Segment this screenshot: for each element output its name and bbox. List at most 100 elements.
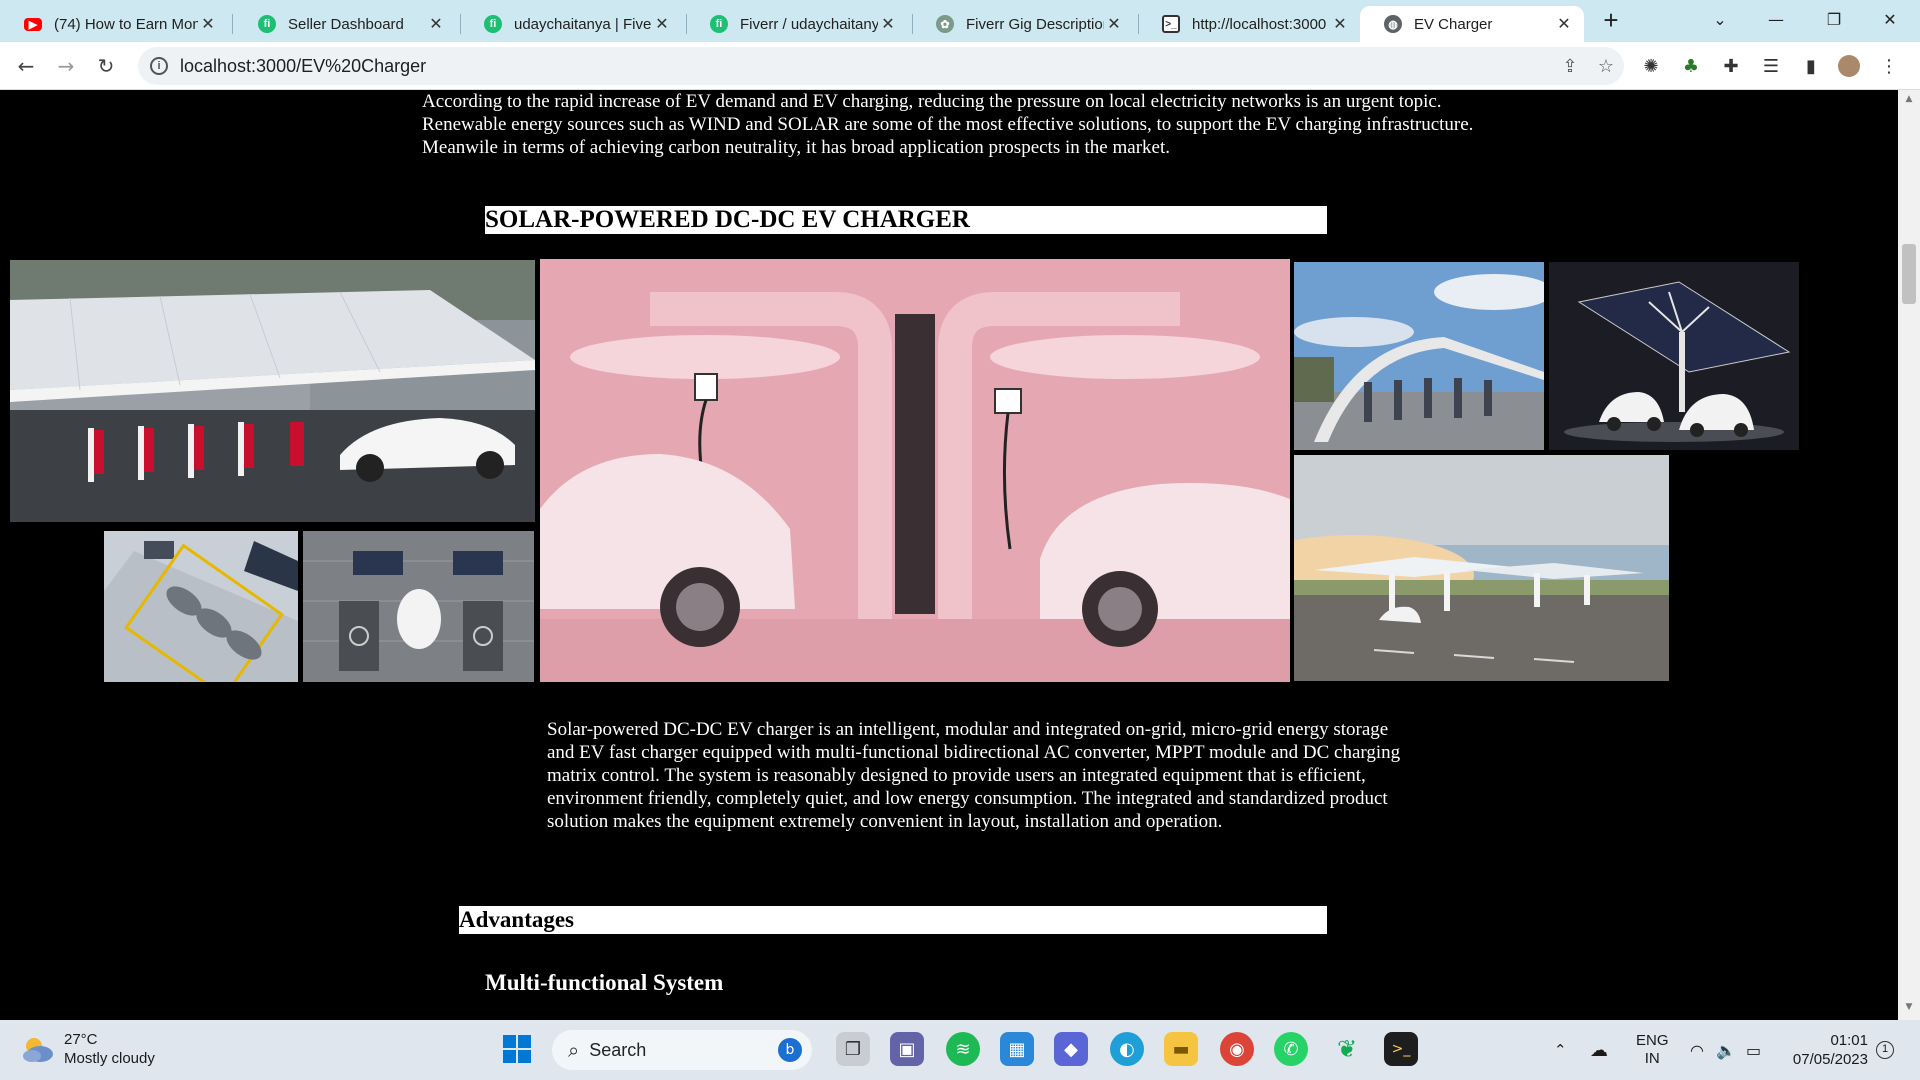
tab-title: Seller Dashboard bbox=[288, 15, 404, 33]
share-icon[interactable]: ⇪ bbox=[1552, 56, 1588, 77]
tab-title: EV Charger bbox=[1414, 15, 1493, 33]
scrollbar-thumb[interactable] bbox=[1902, 244, 1916, 304]
calendar-icon[interactable]: ▦ bbox=[1000, 1032, 1034, 1066]
tab-separator bbox=[232, 14, 233, 34]
wifi-icon[interactable]: ◠ bbox=[1690, 1020, 1704, 1080]
battery-icon[interactable]: ▭ bbox=[1746, 1020, 1761, 1080]
windows-taskbar: 27°C Mostly cloudy ⌕ Search b ❐ ▣ ≋ ▦ ◆ … bbox=[0, 1020, 1920, 1080]
fiverr-icon: fi bbox=[710, 15, 728, 33]
menu-kebab-icon[interactable]: ⋮ bbox=[1878, 55, 1900, 77]
notification-badge[interactable]: 1 bbox=[1876, 1020, 1894, 1080]
scroll-up-arrow-icon[interactable]: ▲ bbox=[1898, 94, 1920, 110]
language-code: ENG bbox=[1636, 1032, 1669, 1049]
chrome-icon[interactable]: ◉ bbox=[1220, 1032, 1254, 1066]
charging-station-sky-photo bbox=[1294, 262, 1544, 450]
task-view-icon[interactable]: ❐ bbox=[836, 1032, 870, 1066]
fiverr-icon: fi bbox=[258, 15, 276, 33]
volume-icon[interactable]: 🔈 bbox=[1716, 1020, 1736, 1080]
tab-title: (74) How to Earn Mon bbox=[54, 15, 198, 33]
tab-title: Fiverr / udaychaitanya bbox=[740, 15, 878, 33]
section-heading: SOLAR-POWERED DC-DC EV CHARGER bbox=[485, 206, 1327, 234]
sunset-station-photo bbox=[1294, 455, 1669, 681]
file-explorer-icon[interactable]: ▬ bbox=[1164, 1032, 1198, 1066]
edge-browser-icon[interactable]: ◐ bbox=[1110, 1032, 1144, 1066]
solar-carports-photo bbox=[303, 531, 534, 682]
weather-temperature: 27°C bbox=[64, 1031, 98, 1048]
weather-widget[interactable]: 27°C Mostly cloudy bbox=[20, 1030, 155, 1068]
aerial-parking-photo bbox=[104, 531, 298, 682]
forward-button[interactable]: → bbox=[50, 50, 82, 82]
close-icon[interactable]: ✕ bbox=[878, 14, 898, 34]
site-info-icon[interactable]: i bbox=[150, 57, 168, 75]
tab-fiverr-profile[interactable]: fi udaychaitanya | Fiverr ✕ bbox=[460, 6, 682, 42]
tab-strip: ▶ (74) How to Earn Mon ✕ fi Seller Dashb… bbox=[0, 0, 1920, 42]
spotify-icon[interactable]: ≋ bbox=[946, 1032, 980, 1066]
html-extension-icon[interactable]: ♣ bbox=[1680, 55, 1702, 77]
intro-paragraph: According to the rapid increase of EV de… bbox=[422, 91, 1474, 158]
tree-charger-photo bbox=[1549, 262, 1799, 450]
profile-avatar[interactable] bbox=[1838, 55, 1860, 77]
notification-count: 1 bbox=[1876, 1041, 1894, 1059]
windows-start-icon[interactable] bbox=[500, 1032, 534, 1066]
tab-title: udaychaitanya | Fiverr bbox=[514, 15, 652, 33]
close-icon[interactable]: ✕ bbox=[652, 14, 672, 34]
extensions-puzzle-icon[interactable]: ✚ bbox=[1720, 55, 1742, 77]
close-icon[interactable]: ✕ bbox=[1104, 14, 1124, 34]
search-icon: ⌕ bbox=[568, 1038, 580, 1062]
solar-canopy-photo bbox=[10, 260, 535, 522]
mongodb-icon[interactable]: ❦ bbox=[1330, 1032, 1364, 1066]
side-panel-icon[interactable]: ▮ bbox=[1800, 55, 1822, 77]
close-icon[interactable]: ✕ bbox=[1330, 14, 1350, 34]
page-content: According to the rapid increase of EV de… bbox=[0, 90, 1898, 1020]
tab-search-chevron-icon[interactable]: ⌄ bbox=[1700, 4, 1740, 36]
cloudy-weather-icon bbox=[23, 1038, 53, 1062]
tray-chevron-icon[interactable]: ⌃ bbox=[1554, 1020, 1567, 1080]
url-text[interactable]: localhost:3000/EV%20Charger bbox=[180, 56, 1552, 77]
copilot-icon[interactable]: ◆ bbox=[1054, 1032, 1088, 1066]
clock-date: 07/05/2023 bbox=[1792, 1051, 1868, 1068]
youtube-icon: ▶ bbox=[24, 17, 42, 31]
back-button[interactable]: ← bbox=[10, 50, 42, 82]
close-icon[interactable]: ✕ bbox=[1554, 14, 1574, 34]
onedrive-cloud-icon[interactable]: ☁ bbox=[1590, 1020, 1608, 1080]
region-code: IN bbox=[1644, 1050, 1660, 1067]
clock[interactable]: 01:01 07/05/2023 bbox=[1786, 1020, 1868, 1080]
close-icon[interactable]: ✕ bbox=[426, 14, 446, 34]
description-paragraph: Solar-powered DC-DC EV charger is an int… bbox=[547, 719, 1401, 832]
address-bar[interactable]: i localhost:3000/EV%20Charger ⇪ ☆ bbox=[138, 47, 1624, 85]
tab-fiverr-gig[interactable]: fi Fiverr / udaychaitanya ✕ bbox=[686, 6, 908, 42]
scroll-down-arrow-icon[interactable]: ▼ bbox=[1898, 1002, 1920, 1018]
advantages-heading: Advantages bbox=[459, 906, 1327, 934]
restore-button[interactable]: ❐ bbox=[1814, 4, 1854, 36]
bing-icon: b bbox=[778, 1038, 802, 1062]
globe-icon: ◍ bbox=[1384, 15, 1402, 33]
vertical-scrollbar[interactable] bbox=[1898, 90, 1920, 1020]
search-label: Search bbox=[589, 1039, 647, 1060]
terminal-icon: >_ bbox=[1162, 15, 1180, 33]
close-window-button[interactable]: ✕ bbox=[1870, 4, 1910, 36]
bug-extension-icon[interactable]: ✺ bbox=[1640, 55, 1662, 77]
language-indicator[interactable]: ENG IN bbox=[1636, 1020, 1669, 1080]
reading-list-icon[interactable]: ☰ bbox=[1760, 55, 1782, 77]
minimize-button[interactable]: — bbox=[1756, 4, 1796, 36]
reload-button[interactable]: ↻ bbox=[90, 50, 122, 82]
bookmark-star-icon[interactable]: ☆ bbox=[1588, 56, 1624, 77]
tab-seller-dashboard[interactable]: fi Seller Dashboard ✕ bbox=[234, 6, 456, 42]
tab-gig-description[interactable]: ✿ Fiverr Gig Description ✕ bbox=[912, 6, 1134, 42]
whatsapp-icon[interactable]: ✆ bbox=[1274, 1032, 1308, 1066]
subheading-multi-functional: Multi-functional System bbox=[485, 970, 724, 995]
tab-youtube[interactable]: ▶ (74) How to Earn Mon ✕ bbox=[0, 6, 228, 42]
tab-localhost[interactable]: >_ http://localhost:3000 ✕ bbox=[1138, 6, 1360, 42]
teams-chat-icon[interactable]: ▣ bbox=[890, 1032, 924, 1066]
terminal-app-icon[interactable]: >_ bbox=[1384, 1032, 1418, 1066]
tab-ev-charger[interactable]: ◍ EV Charger ✕ bbox=[1360, 6, 1584, 42]
chatgpt-icon: ✿ bbox=[936, 15, 954, 33]
tab-title: Fiverr Gig Description bbox=[966, 15, 1104, 33]
new-tab-button[interactable]: + bbox=[1596, 6, 1626, 36]
fiverr-icon: fi bbox=[484, 15, 502, 33]
pink-chargers-photo bbox=[540, 259, 1290, 682]
weather-description: Mostly cloudy bbox=[64, 1050, 155, 1067]
close-icon[interactable]: ✕ bbox=[198, 14, 218, 34]
browser-toolbar: ← → ↻ i localhost:3000/EV%20Charger ⇪ ☆ … bbox=[0, 42, 1920, 90]
taskbar-search[interactable]: ⌕ Search b bbox=[552, 1030, 812, 1070]
